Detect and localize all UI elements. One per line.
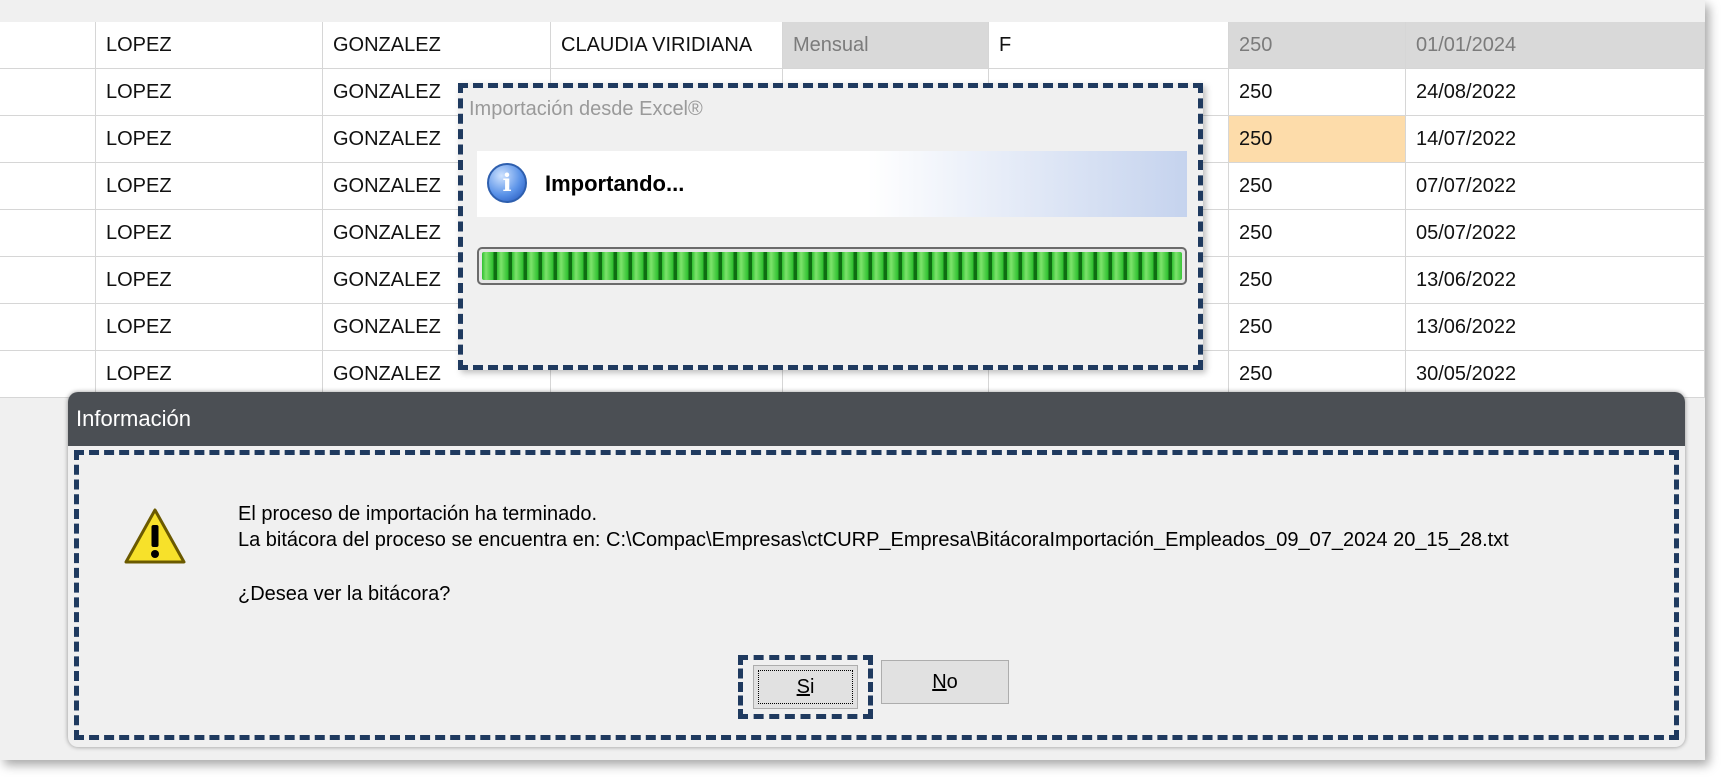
row-selector-cell[interactable] xyxy=(0,69,96,115)
table-cell[interactable]: 250 xyxy=(1229,351,1406,397)
table-cell[interactable]: 250 xyxy=(1229,116,1406,162)
table-cell[interactable]: 05/07/2022 xyxy=(1406,210,1705,256)
table-cell[interactable]: 250 xyxy=(1229,257,1406,303)
table-cell[interactable]: 24/08/2022 xyxy=(1406,69,1705,115)
yes-button-focus-frame: Si xyxy=(738,655,873,719)
table-cell[interactable]: Mensual xyxy=(783,22,989,68)
info-message-line2: La bitácora del proceso se encuentra en:… xyxy=(238,529,1509,551)
table-cell[interactable]: 13/06/2022 xyxy=(1406,257,1705,303)
table-cell[interactable]: LOPEZ xyxy=(96,257,323,303)
information-dialog-title: Información xyxy=(68,392,1685,446)
info-message-line1: El proceso de importación ha terminado. xyxy=(238,503,598,525)
employee-window: LOPEZ GONZALEZ CLAUDIA VIRIDIANA Mensual F 25… xyxy=(0,0,1705,760)
table-cell[interactable]: 14/07/2022 xyxy=(1406,116,1705,162)
row-selector-cell[interactable] xyxy=(0,210,96,256)
warning-icon xyxy=(124,508,186,564)
table-row[interactable]: LOPEZ GONZALEZ CLAUDIA VIRIDIANA Mensual F 25… xyxy=(0,22,1705,69)
table-cell[interactable]: 07/07/2022 xyxy=(1406,163,1705,209)
table-cell[interactable]: 250 xyxy=(1229,22,1406,68)
table-cell[interactable]: 250 xyxy=(1229,163,1406,209)
table-cell[interactable]: CLAUDIA VIRIDIANA xyxy=(551,22,783,68)
table-cell[interactable]: 01/01/2024 xyxy=(1406,22,1705,68)
information-dialog: Información El proceso de importación ha… xyxy=(68,392,1685,747)
no-button[interactable]: No xyxy=(881,660,1009,704)
table-cell[interactable]: LOPEZ xyxy=(96,163,323,209)
row-selector-cell[interactable] xyxy=(0,22,96,68)
table-cell[interactable]: 250 xyxy=(1229,304,1406,350)
row-selector-cell[interactable] xyxy=(0,351,96,397)
info-icon: i xyxy=(487,163,527,203)
import-progress-dialog: Importación desde Excel® i Importando... xyxy=(458,83,1203,370)
import-status-text: Importando... xyxy=(545,171,685,196)
table-cell[interactable]: LOPEZ xyxy=(96,116,323,162)
yes-button[interactable]: Si xyxy=(753,665,858,709)
info-question: ¿Desea ver la bitácora? xyxy=(238,583,451,605)
table-cell[interactable]: LOPEZ xyxy=(96,210,323,256)
table-cell[interactable]: LOPEZ xyxy=(96,22,323,68)
no-button-label: No xyxy=(932,671,958,693)
row-selector-cell[interactable] xyxy=(0,304,96,350)
yes-button-focus-rect xyxy=(758,670,853,704)
table-cell[interactable]: 13/06/2022 xyxy=(1406,304,1705,350)
import-progress-fill xyxy=(482,252,1182,280)
table-cell[interactable]: GONZALEZ xyxy=(323,22,551,68)
table-cell[interactable]: LOPEZ xyxy=(96,351,323,397)
import-status-banner: i Importando... xyxy=(477,151,1187,217)
import-progress-bar xyxy=(477,247,1187,285)
table-cell[interactable]: F xyxy=(989,22,1229,68)
table-cell[interactable]: LOPEZ xyxy=(96,69,323,115)
row-selector-cell[interactable] xyxy=(0,163,96,209)
table-cell[interactable]: 250 xyxy=(1229,210,1406,256)
import-dialog-title: Importación desde Excel® xyxy=(469,98,703,120)
table-cell[interactable]: 30/05/2022 xyxy=(1406,351,1705,397)
table-cell[interactable]: 250 xyxy=(1229,69,1406,115)
table-cell[interactable]: LOPEZ xyxy=(96,304,323,350)
row-selector-cell[interactable] xyxy=(0,116,96,162)
row-selector-cell[interactable] xyxy=(0,257,96,303)
information-dialog-body: El proceso de importación ha terminado. … xyxy=(74,450,1679,740)
